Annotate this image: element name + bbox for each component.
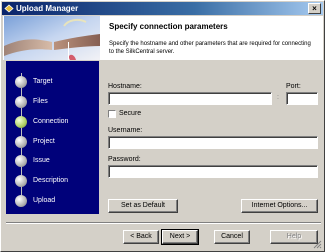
step-label: Files [33, 98, 48, 105]
step-connection: Connection [11, 114, 96, 128]
username-label: Username: [108, 127, 143, 134]
cancel-button[interactable]: Cancel [214, 230, 250, 244]
step-label: Project [33, 138, 55, 145]
title-bar[interactable]: Upload Manager × [2, 2, 323, 15]
set-as-default-button[interactable]: Set as Default [108, 199, 178, 213]
password-input[interactable] [108, 165, 318, 178]
step-files: Files [11, 94, 96, 108]
hostname-input[interactable] [108, 92, 272, 105]
port-label: Port: [286, 83, 301, 90]
step-indicator-icon [15, 155, 27, 167]
upload-manager-window: Upload Manager × Specify connection para… [0, 0, 325, 252]
help-button[interactable]: Help [270, 230, 318, 244]
step-issue: Issue [11, 153, 96, 167]
resize-grip-icon[interactable] [312, 239, 322, 249]
password-label: Password: [108, 156, 141, 163]
close-button[interactable]: × [308, 3, 321, 14]
step-upload: Upload [11, 193, 96, 207]
page-title: Specify connection parameters [109, 22, 228, 31]
page-description: Specify the hostname and other parameter… [109, 41, 311, 55]
step-description: Description [11, 173, 96, 187]
step-label: Upload [33, 197, 56, 204]
upload-manager-icon [4, 4, 14, 13]
step-indicator-icon [15, 96, 27, 108]
step-target: Target [11, 74, 96, 88]
step-indicator-icon [15, 76, 27, 88]
step-indicator-icon [15, 175, 27, 187]
header-banner-image [4, 16, 100, 60]
username-input[interactable] [108, 136, 318, 149]
wizard-header: Specify connection parameters Specify th… [3, 16, 323, 60]
step-indicator-active-icon [15, 116, 27, 128]
handshake-illustration [4, 16, 100, 60]
step-label: Connection [33, 118, 69, 125]
step-indicator-icon [15, 195, 27, 207]
port-input[interactable] [286, 92, 318, 105]
step-project: Project [11, 134, 96, 148]
back-button[interactable]: < Back [123, 230, 159, 244]
close-icon: × [312, 4, 317, 13]
secure-label[interactable]: Secure [119, 110, 141, 117]
next-button[interactable]: Next > [161, 229, 199, 245]
wizard-steps-sidebar: Target Files Connection Project Issue De… [6, 61, 99, 214]
window-title: Upload Manager [16, 4, 79, 13]
hostname-label: Hostname: [108, 83, 142, 90]
secure-checkbox[interactable] [108, 110, 116, 118]
step-label: Description [33, 177, 69, 184]
step-label: Issue [33, 157, 50, 164]
internet-options-button[interactable]: Internet Options... [241, 199, 318, 213]
step-label: Target [33, 78, 53, 85]
step-indicator-icon [15, 136, 27, 148]
footer-separator [6, 222, 321, 224]
port-separator: : [277, 94, 279, 101]
